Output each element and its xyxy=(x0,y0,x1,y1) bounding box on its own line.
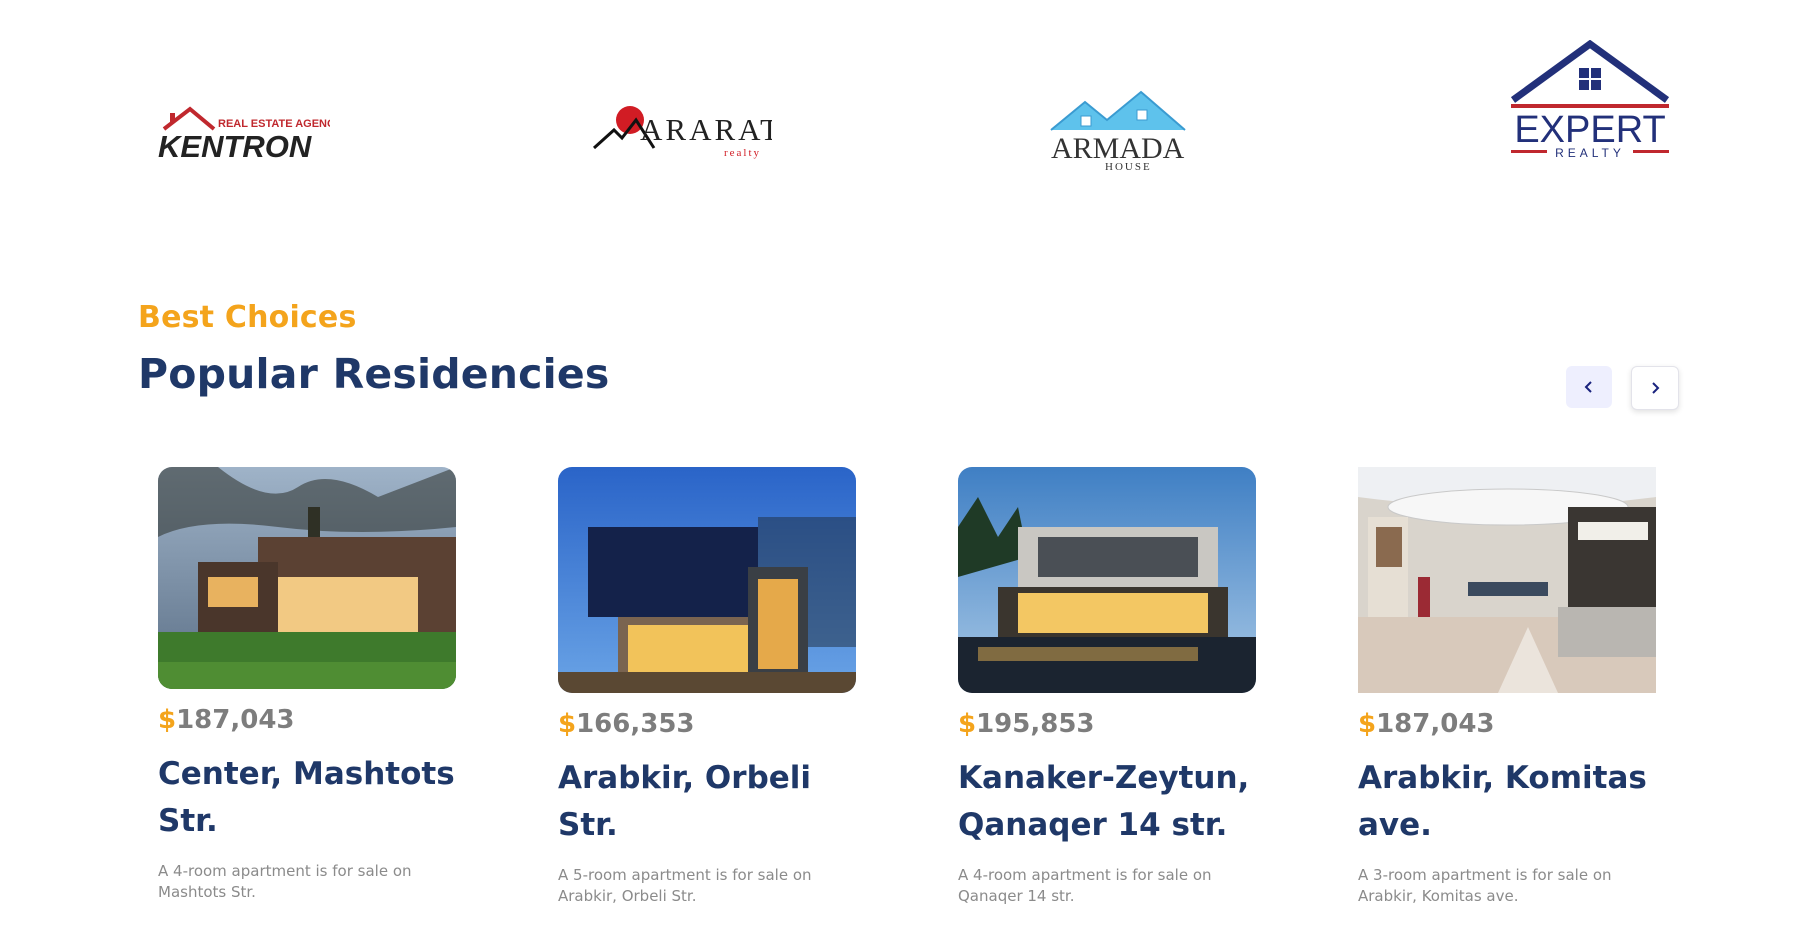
price-value: 166,353 xyxy=(576,709,695,739)
price-value: 187,043 xyxy=(1376,709,1495,739)
ararat-tagline: realty xyxy=(724,147,761,159)
price: $195,853 xyxy=(958,709,1258,739)
residency-photo[interactable] xyxy=(958,467,1256,693)
chevron-left-icon xyxy=(1584,381,1592,393)
residency-photo[interactable] xyxy=(558,467,856,693)
expert-logo[interactable]: EXPERT REALTY xyxy=(1505,40,1675,165)
residency-description: A 3-room apartment is for sale on Arabki… xyxy=(1358,866,1612,905)
residency-title[interactable]: Center, Mashtots Str. xyxy=(158,751,458,845)
currency-symbol: $ xyxy=(558,709,577,739)
residency-photo[interactable] xyxy=(1358,467,1656,693)
price: $187,043 xyxy=(158,705,458,735)
ararat-logo[interactable]: ARARAT realty xyxy=(592,100,772,160)
armada-tagline: HOUSE xyxy=(1105,161,1152,172)
ararat-name: ARARAT xyxy=(640,112,772,147)
section-title: Popular Residencies xyxy=(138,350,610,398)
residency-card[interactable]: $187,043 Center, Mashtots Str. A 4-room … xyxy=(158,467,458,903)
chevron-right-icon xyxy=(1652,382,1660,394)
kentron-logo[interactable]: REAL ESTATE AGENCY KENTRON xyxy=(150,95,330,165)
residency-description: A 4-room apartment is for sale on Qanaqe… xyxy=(958,866,1212,905)
kentron-name: KENTRON xyxy=(158,129,312,164)
currency-symbol: $ xyxy=(1358,709,1377,739)
page: REAL ESTATE AGENCY KENTRON ARARAT realty… xyxy=(0,0,1812,928)
expert-name: EXPERT xyxy=(1514,109,1665,151)
carousel-next-button[interactable] xyxy=(1631,366,1679,410)
price: $187,043 xyxy=(1358,709,1658,739)
partner-logos: REAL ESTATE AGENCY KENTRON ARARAT realty… xyxy=(0,0,1812,240)
carousel-prev-button[interactable] xyxy=(1566,366,1612,408)
currency-symbol: $ xyxy=(958,709,977,739)
price: $166,353 xyxy=(558,709,858,739)
residency-title[interactable]: Arabkir, Komitas ave. xyxy=(1358,755,1658,849)
price-value: 187,043 xyxy=(176,705,295,735)
currency-symbol: $ xyxy=(158,705,177,735)
price-value: 195,853 xyxy=(976,709,1095,739)
armada-logo[interactable]: ARMADA HOUSE xyxy=(1045,88,1225,172)
residency-title[interactable]: Arabkir, Orbeli Str. xyxy=(558,755,858,849)
residency-description: A 4-room apartment is for sale on Mashto… xyxy=(158,862,412,901)
residency-title[interactable]: Kanaker-Zeytun, Qanaqer 14 str. xyxy=(958,755,1258,849)
expert-tagline: REALTY xyxy=(1555,146,1625,160)
residency-card[interactable]: $166,353 Arabkir, Orbeli Str. A 5-room a… xyxy=(558,467,858,907)
residency-card[interactable]: $195,853 Kanaker-Zeytun, Qanaqer 14 str.… xyxy=(958,467,1258,907)
residency-card[interactable]: $187,043 Arabkir, Komitas ave. A 3-room … xyxy=(1358,467,1658,907)
section-eyebrow: Best Choices xyxy=(138,300,357,335)
residency-description: A 5-room apartment is for sale on Arabki… xyxy=(558,866,812,905)
residency-photo[interactable] xyxy=(158,467,456,689)
